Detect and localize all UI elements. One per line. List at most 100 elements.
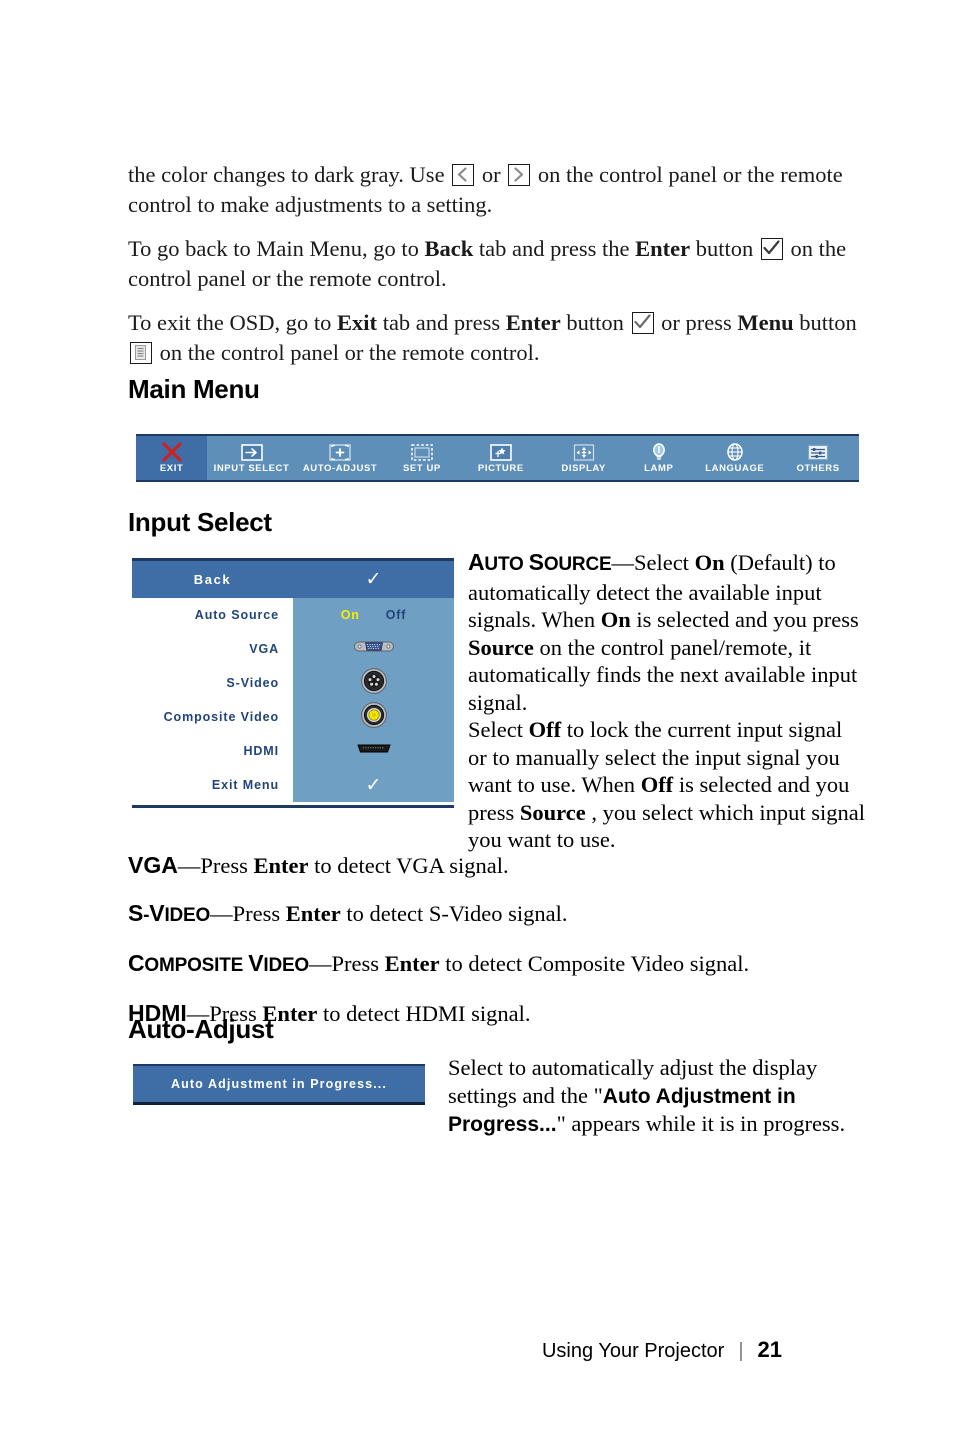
osd-tab-picture[interactable]: PICTURE — [459, 436, 542, 480]
paragraph-text: To exit the OSD, go to — [128, 310, 338, 335]
composite-connector-icon — [360, 701, 388, 734]
osd-back-row[interactable]: Back ✓ — [132, 561, 454, 598]
enter-check-key-icon — [631, 312, 654, 334]
paragraph-exit-osd: To exit the OSD, go to Exit tab and pres… — [128, 308, 868, 368]
emphasis-on: On — [694, 550, 725, 575]
osd-main-menu-bar: EXIT INPUT SELECT AUTO-ADJUST SET UP PIC — [136, 434, 859, 482]
paragraph-text: button — [690, 236, 759, 261]
intro-paragraphs: the color changes to dark gray. Use or o… — [128, 160, 868, 382]
emphasis-source: Source — [519, 799, 586, 825]
osd-row-label-composite-video[interactable]: Composite Video — [132, 700, 293, 734]
emphasis-source: Source — [468, 634, 534, 660]
definition-text: —Press — [309, 951, 385, 976]
definition-term: COMPOSITE VIDEO — [128, 950, 310, 976]
auto-adjust-paragraph: Select to automatically adjust the displ… — [448, 1054, 868, 1139]
emphasis-enter: Enter — [262, 1001, 318, 1026]
osd-row-label-vga[interactable]: VGA — [132, 632, 293, 666]
auto-source-paragraph: AUTO SOURCE—Select On (Default) to autom… — [468, 549, 866, 854]
osd-row-label-auto-source[interactable]: Auto Source — [132, 598, 293, 632]
desc-text: " appears while it is in progress. — [556, 1111, 846, 1136]
lamp-bulb-icon — [649, 442, 669, 462]
page: the color changes to dark gray. Use or o… — [0, 0, 954, 1432]
osd-tab-input-select[interactable]: INPUT SELECT — [207, 436, 296, 480]
globe-icon — [725, 442, 745, 462]
osd-tab-lamp[interactable]: LAMP — [625, 436, 692, 480]
osd-tab-label: LANGUAGE — [705, 463, 765, 474]
sliders-icon — [806, 442, 830, 462]
osd-tab-label: DISPLAY — [561, 463, 606, 474]
emphasis-on: On — [600, 607, 631, 632]
definition-vga: VGA—Press Enter to detect VGA signal. — [128, 850, 868, 881]
osd-tab-label: EXIT — [159, 463, 184, 474]
osd-labels-column: Auto Source VGA S-Video Composite Video … — [132, 598, 293, 802]
osd-tab-label: LAMP — [644, 463, 674, 474]
osd-row-label-exit-menu[interactable]: Exit Menu — [132, 768, 293, 802]
footer-title: Using Your Projector — [541, 1340, 725, 1362]
osd-tab-language[interactable]: LANGUAGE — [692, 436, 777, 480]
definition-text: to detect Composite Video signal. — [439, 951, 750, 976]
osd-row-label-s-video[interactable]: S-Video — [132, 666, 293, 700]
emphasis-enter: Enter — [384, 951, 440, 976]
page-number: 21 — [757, 1337, 782, 1362]
osd-values-column: On Off ✓ — [293, 598, 454, 802]
osd-back-label: Back — [193, 572, 232, 587]
osd-value-exit-menu[interactable]: ✓ — [293, 768, 454, 802]
osd-value-hdmi[interactable] — [293, 734, 454, 768]
osd-tab-display[interactable]: DISPLAY — [542, 436, 625, 480]
paragraph-text: button — [560, 310, 630, 335]
desc-text: Select — [468, 717, 529, 742]
osd-value-auto-source[interactable]: On Off — [293, 598, 454, 632]
osd-value-s-video[interactable] — [293, 666, 454, 700]
auto-adjust-description: Select to automatically adjust the displ… — [448, 1054, 868, 1139]
input-arrow-icon — [240, 442, 264, 462]
definition-text: —Press — [210, 901, 286, 926]
picture-icon — [489, 442, 513, 462]
definition-term: VGA — [128, 852, 178, 878]
checkmark-icon: ✓ — [365, 774, 382, 796]
osd-tab-label: AUTO-ADJUST — [302, 463, 378, 474]
definition-hdmi: HDMI—Press Enter to detect HDMI signal. — [128, 998, 868, 1029]
osd-value-vga[interactable] — [293, 632, 454, 666]
paragraph-text: or — [476, 162, 507, 187]
page-footer: Using Your Projector | 21 — [0, 1337, 868, 1363]
osd-tab-set-up[interactable]: SET UP — [384, 436, 459, 480]
osd-tab-label: OTHERS — [796, 463, 840, 474]
osd-tab-auto-adjust[interactable]: AUTO-ADJUST — [296, 436, 385, 480]
definition-text: to detect S-Video signal. — [340, 901, 568, 926]
osd-input-select-panel: Back ✓ Auto Source VGA S-Video Composite… — [132, 558, 454, 808]
osd-tab-exit[interactable]: EXIT — [136, 436, 208, 480]
osd-panel-body: Auto Source VGA S-Video Composite Video … — [132, 598, 454, 802]
paragraph-text: button — [793, 310, 857, 335]
setup-frame-icon — [410, 442, 434, 462]
auto-source-on-option[interactable]: On — [341, 608, 360, 622]
osd-tab-label: SET UP — [402, 463, 441, 474]
footer-separator: | — [738, 1340, 744, 1362]
emphasis-off: Off — [528, 717, 562, 742]
paragraph-text: tab and press the — [473, 236, 636, 261]
right-arrow-key-icon — [508, 164, 531, 186]
emphasis-enter: Enter — [505, 310, 561, 335]
x-icon — [161, 442, 183, 462]
osd-tab-others[interactable]: OTHERS — [777, 436, 859, 480]
heading-main-menu: Main Menu — [128, 374, 260, 404]
paragraph-adjust-setting: the color changes to dark gray. Use or o… — [128, 160, 868, 220]
desc-text: —Select — [611, 550, 695, 575]
emphasis-back: Back — [424, 236, 474, 261]
osd-tab-label: INPUT SELECT — [213, 463, 290, 474]
desc-text: is selected and you press — [630, 607, 859, 632]
auto-adjust-icon — [328, 442, 352, 462]
osd-value-composite-video[interactable] — [293, 700, 454, 734]
checkmark-icon: ✓ — [365, 569, 382, 590]
emphasis-enter: Enter — [635, 236, 691, 261]
paragraph-go-back-main-menu: To go back to Main Menu, go to Back tab … — [128, 234, 868, 294]
auto-source-description: AUTO SOURCE—Select On (Default) to autom… — [468, 549, 866, 854]
hdmi-connector-icon — [354, 742, 394, 760]
vga-connector-icon — [353, 638, 394, 660]
emphasis-enter: Enter — [285, 901, 341, 926]
emphasis-menu: Menu — [737, 310, 794, 335]
emphasis-exit: Exit — [337, 310, 378, 335]
osd-row-label-hdmi[interactable]: HDMI — [132, 734, 293, 768]
auto-source-off-option[interactable]: Off — [386, 608, 406, 622]
term-auto-source: AUTO SOURCE — [468, 549, 612, 575]
input-definitions-list: VGA—Press Enter to detect VGA signal. S-… — [128, 850, 868, 1046]
